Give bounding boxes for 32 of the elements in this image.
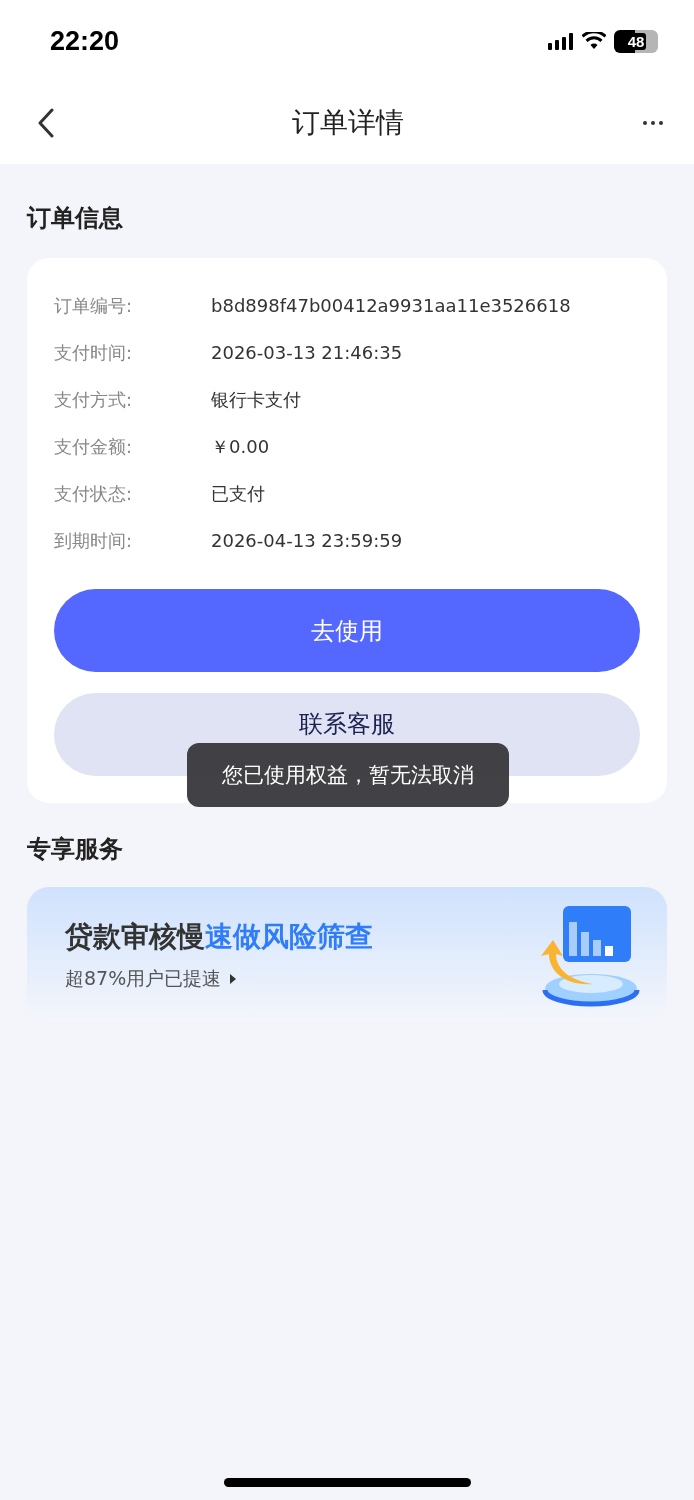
arrow-icon [541,940,593,985]
signal-icon [548,32,574,50]
banner-title: 贷款审核慢 [65,920,205,953]
more-icon[interactable] [642,120,664,126]
field-value: ￥0.00 [211,434,270,459]
field-value: 2026-04-13 23:59:59 [211,530,403,551]
banner-subtitle: 超87%用户已提速 [65,966,222,991]
field-value: 已支付 [211,481,265,506]
field-label: 支付状态: [54,481,134,506]
field-label: 支付金额: [54,434,134,459]
field-label: 订单编号: [54,293,134,318]
chart-bar [605,946,613,956]
chart-bar [569,922,577,956]
back-icon[interactable] [38,108,54,138]
section-title: 订单信息 [27,203,124,234]
field-value: b8d898f47b00412a9931aa11e3526618 [211,295,571,316]
banner-highlight: 速做风险筛查 [205,920,373,953]
chart-bar [593,940,601,956]
toast-message: 您已使用权益，暂无法取消 [187,743,509,807]
battery-icon: 48 [614,29,658,53]
section-title: 专享服务 [27,834,124,865]
field-value: 2026-03-13 21:46:35 [211,342,403,363]
field-label: 支付方式: [54,387,134,412]
field-label: 到期时间: [54,528,134,553]
field-label: 支付时间: [54,340,134,365]
page-title: 订单详情 [292,105,404,141]
wifi-icon [582,32,606,50]
caret-icon [229,973,238,985]
status-time: 22:20 [50,25,120,57]
field-value: 银行卡支付 [211,387,301,412]
chart-bar [581,932,589,956]
use-button[interactable]: 去使用 [54,589,640,672]
